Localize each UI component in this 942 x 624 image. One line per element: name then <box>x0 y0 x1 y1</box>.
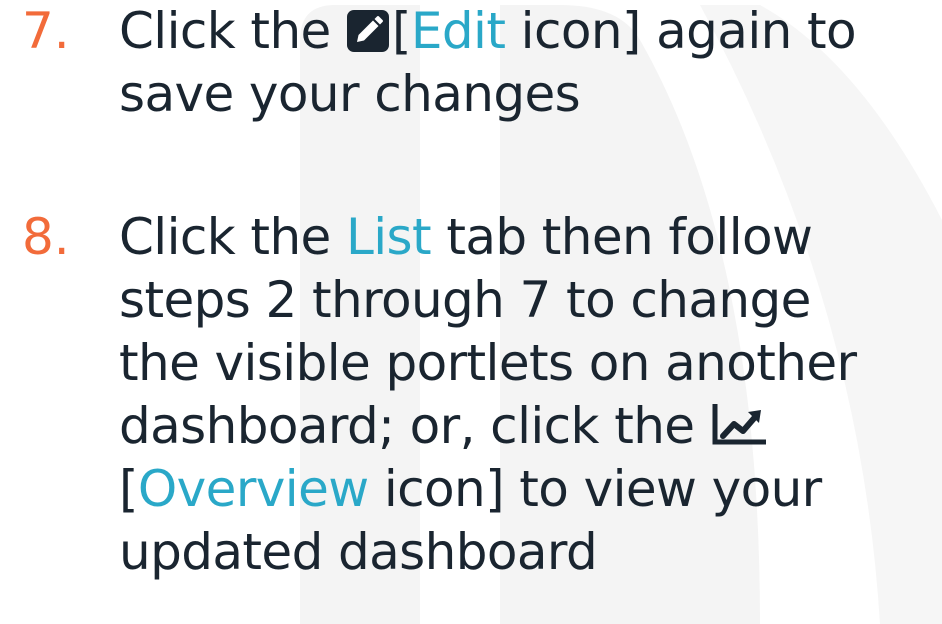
edit-link-text: Edit <box>410 2 506 60</box>
text-line: dashboard; or, click the <box>119 395 935 458</box>
text-segment: [ <box>119 460 139 518</box>
text-line: updated dashboard <box>119 521 935 584</box>
step-text: Click the List tab then follow steps 2 t… <box>119 206 935 584</box>
step-number: 7. <box>22 2 70 60</box>
text-segment: updated dashboard <box>119 523 598 581</box>
text-line: [Overview icon] to view your <box>119 458 935 521</box>
list-tab-text: List <box>346 208 432 266</box>
text-segment: icon] to view your <box>383 460 822 518</box>
text-line: steps 2 through 7 to change <box>119 269 935 332</box>
text-segment: steps 2 through 7 to change <box>119 271 811 329</box>
text-segment: tab then follow <box>446 208 813 266</box>
text-line: Click the List tab then follow <box>119 206 935 269</box>
text-segment: Click the <box>119 208 331 266</box>
text-segment: icon] again to <box>520 2 857 60</box>
instructions-content: 7. Click the [Edit icon] again to save y… <box>0 0 942 624</box>
text-line: the visible portlets on another <box>119 332 935 395</box>
text-segment: [ <box>392 2 412 60</box>
line-chart-icon <box>712 404 766 445</box>
pencil-square-icon <box>347 10 389 52</box>
text-line: Click the [Edit icon] again to <box>119 0 935 63</box>
step-number: 8. <box>22 208 70 266</box>
text-line: save your changes <box>119 63 935 126</box>
text-segment: the visible portlets on another <box>119 334 857 392</box>
text-segment: dashboard; or, click the <box>119 397 695 455</box>
text-segment: save your changes <box>119 65 581 123</box>
overview-link-text: Overview <box>137 460 369 518</box>
text-segment: Click the <box>119 2 331 60</box>
step-text: Click the [Edit icon] again to save your… <box>119 0 935 126</box>
